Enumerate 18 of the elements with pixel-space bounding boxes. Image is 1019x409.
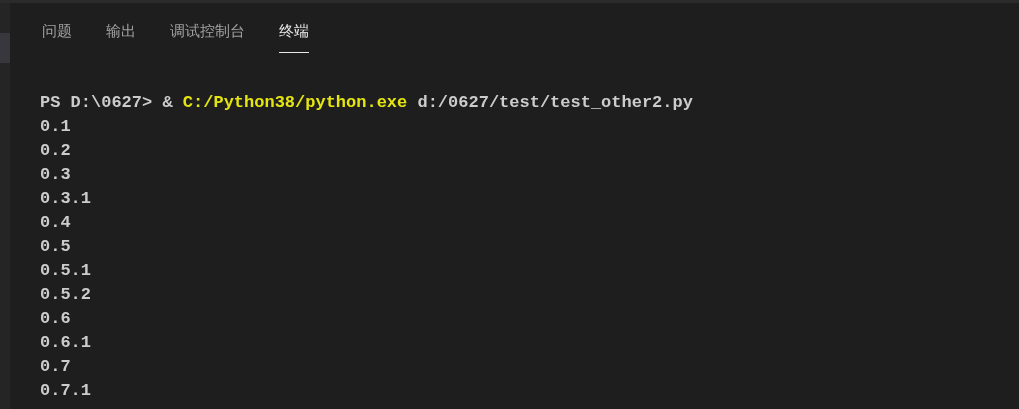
terminal-output-line: 0.4 (40, 212, 71, 234)
terminal-output-line: 0.5 (40, 236, 71, 258)
panel-tab[interactable]: 调试控制台 (170, 20, 245, 53)
sidebar-highlight (0, 33, 10, 63)
terminal-output-line: 0.7.1 (40, 380, 91, 402)
terminal-output-line: 0.6 (40, 308, 71, 330)
terminal-output-line: 0.2 (40, 140, 71, 162)
terminal-command-line: PS D:\0627> & C:/Python38/python.exe d:/0627/test/test_other2.py (40, 92, 693, 114)
panel-tab[interactable]: 问题 (42, 20, 72, 53)
panel-tab[interactable]: 输出 (106, 20, 136, 53)
terminal-output-line: 0.6.1 (40, 332, 91, 354)
terminal-output-line: 0.7 (40, 356, 71, 378)
terminal-output-line: 0.1 (40, 116, 71, 138)
terminal-output-line: 0.3.1 (40, 188, 91, 210)
terminal-output-line: 0.5.2 (40, 284, 91, 306)
panel-tab[interactable]: 终端 (279, 20, 309, 53)
terminal-output-line: 0.5.1 (40, 260, 91, 282)
terminal-output-line: 0.3 (40, 164, 71, 186)
